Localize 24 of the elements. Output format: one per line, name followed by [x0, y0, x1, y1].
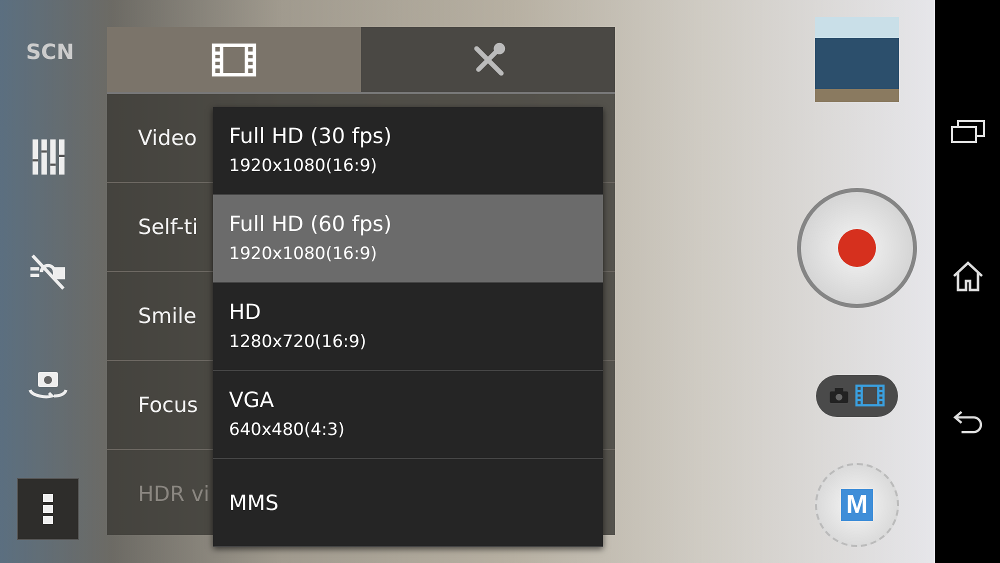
option-detail: 1920x1080(16:9) [229, 154, 378, 178]
home-icon[interactable] [950, 260, 984, 292]
back-icon[interactable] [952, 410, 984, 434]
option-title: Full HD (60 fps) [229, 210, 393, 238]
recent-apps-icon[interactable] [950, 118, 984, 143]
resolution-option[interactable]: Full HD (60 fps) 1920x1080(16:9) [213, 195, 603, 283]
option-detail: 1280x720(16:9) [229, 330, 368, 354]
resolution-option[interactable]: HD 1280x720(16:9) [213, 283, 603, 371]
settings-tab[interactable] [107, 27, 361, 92]
settings-tab[interactable] [361, 27, 615, 92]
resolution-option[interactable]: VGA 640x480(4:3) [213, 371, 603, 459]
resolution-option[interactable]: MMS [213, 459, 603, 547]
option-detail: 640x480(4:3) [229, 418, 346, 442]
film-icon [211, 42, 257, 76]
option-title: VGA [229, 386, 276, 414]
camera-icon[interactable] [829, 387, 849, 404]
menu-button[interactable] [17, 478, 79, 540]
option-detail: 1920x1080(16:9) [229, 242, 378, 266]
mode-switch[interactable] [816, 374, 898, 417]
option-title: HD [229, 298, 262, 326]
photo-placeholder[interactable] [815, 17, 899, 102]
option-title: MMS [229, 490, 280, 516]
option-title: Full HD (30 fps) [229, 122, 393, 150]
menu-icon [43, 494, 53, 524]
